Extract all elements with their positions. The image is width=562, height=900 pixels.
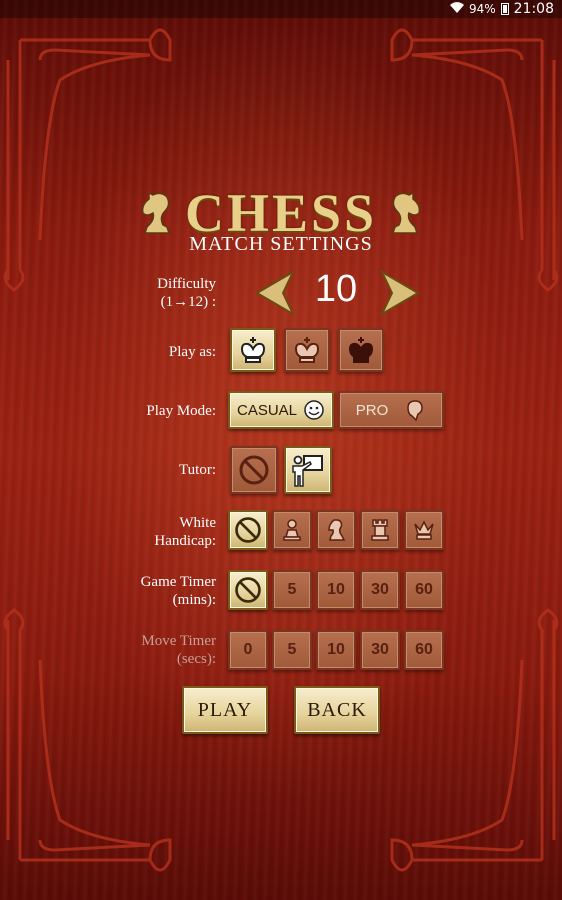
pro-mode-button[interactable]: PRO [338,391,444,429]
prohibited-icon [235,577,261,603]
game-timer-option[interactable]: 60 [404,570,444,610]
game-timer-option[interactable]: 10 [316,570,356,610]
move-timer-option[interactable]: 30 [360,630,400,670]
tutor-off-button[interactable] [230,446,278,494]
game-timer-label-line2: (mins): [172,592,216,608]
casual-mode-button[interactable]: CASUAL [228,391,334,429]
back-button[interactable]: BACK [294,686,380,734]
handicap-rook-button[interactable] [360,510,400,550]
knight-icon [328,519,346,541]
king-icon [294,337,320,363]
game-timer-label-line1: Game Timer [140,574,216,590]
game-timer-option[interactable]: 5 [272,570,312,610]
queen-icon [414,520,434,540]
king-icon [240,337,266,363]
game-timer-option[interactable]: 30 [360,570,400,610]
play-as-black-button[interactable] [338,328,384,372]
move-timer-label: Move Timer (secs): [96,632,216,668]
handicap-label-line1: White [179,515,216,531]
game-timer-off-button[interactable] [228,570,268,610]
move-timer-option[interactable]: 0 [228,630,268,670]
tutor-label: Tutor: [179,462,216,478]
play-button[interactable]: PLAY [182,686,268,734]
casual-mode-label: CASUAL [236,401,298,419]
move-timer-option[interactable]: 60 [404,630,444,670]
smiley-icon [304,400,324,420]
prohibited-icon [235,517,261,543]
battery-percent: 94% [468,2,496,16]
play-as-random-button[interactable] [284,328,330,372]
handicap-label-line2: Handicap: [154,533,216,549]
pawn-icon [283,519,301,541]
clock: 21:08 [513,1,554,17]
difficulty-label-line2: (1→12) : [160,294,216,310]
rook-icon [371,519,389,541]
handicap-label: White Handicap: [96,514,216,550]
page-subtitle: MATCH SETTINGS [189,233,373,255]
difficulty-value: 10 [314,268,358,310]
play-as-white-button[interactable] [230,328,276,372]
ornamental-frame [3,28,559,872]
handicap-pawn-button[interactable] [272,510,312,550]
move-timer-option[interactable]: 5 [272,630,312,670]
wifi-icon [449,2,464,16]
brain-icon [407,400,424,422]
handicap-none-button[interactable] [228,510,268,550]
move-timer-option[interactable]: 10 [316,630,356,670]
difficulty-increase-arrow[interactable] [378,270,422,316]
teacher-icon [292,455,323,487]
game-timer-label: Game Timer (mins): [96,573,216,609]
knight-icon [141,191,170,234]
move-timer-label-line2: (secs): [176,651,216,667]
king-icon [348,337,374,363]
handicap-queen-button[interactable] [404,510,444,550]
prohibited-icon [239,455,269,485]
battery-icon [500,3,509,15]
tutor-on-button[interactable] [284,446,332,494]
move-timer-label-line1: Move Timer [141,633,216,649]
difficulty-label-line1: Difficulty [157,276,216,292]
difficulty-label: Difficulty (1→12) : [96,275,216,311]
knight-icon [392,191,421,234]
pro-mode-label: PRO [355,401,389,419]
status-bar: 94% 21:08 [0,0,562,18]
play-mode-label: Play Mode: [146,403,216,419]
difficulty-decrease-arrow[interactable] [253,270,297,316]
play-as-label: Play as: [168,344,216,360]
handicap-knight-button[interactable] [316,510,356,550]
